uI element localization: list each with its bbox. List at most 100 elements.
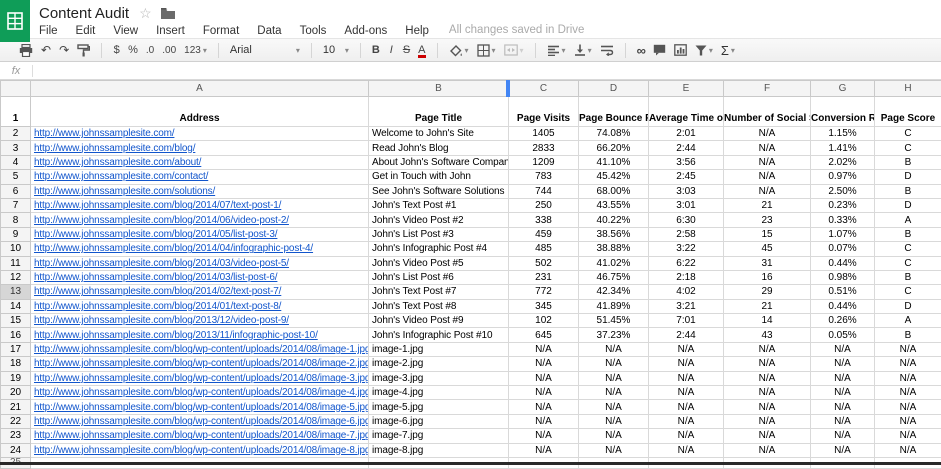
cell-address[interactable]: http://www.johnssamplesite.com/blog/2014… [31, 227, 369, 241]
cell-avg-time[interactable]: 3:01 [649, 198, 724, 212]
cell-social-shares[interactable]: 21 [724, 299, 811, 313]
redo-icon[interactable]: ↷ [55, 41, 73, 59]
column-header-b[interactable]: B [369, 81, 509, 97]
cell-bounce-rate[interactable]: 66.20% [579, 141, 649, 155]
cell-social-shares[interactable]: N/A [724, 170, 811, 184]
cell-address[interactable]: http://www.johnssamplesite.com/blog/2014… [31, 242, 369, 256]
cell-avg-time[interactable]: N/A [649, 400, 724, 414]
cell-conversion-rate[interactable]: 2.50% [811, 184, 875, 198]
cell-page-visits[interactable]: N/A [509, 429, 579, 443]
number-format-button[interactable]: 123▾ [180, 41, 211, 59]
cell-page-title[interactable]: John's Video Post #5 [369, 256, 509, 270]
cell-conversion-rate[interactable]: 1.41% [811, 141, 875, 155]
cell-page-visits[interactable]: N/A [509, 443, 579, 457]
cell-page-title[interactable]: John's Text Post #8 [369, 299, 509, 313]
cell-bounce-rate[interactable]: 68.00% [579, 184, 649, 198]
cell-page-score[interactable]: B [875, 155, 941, 169]
cell-page-visits[interactable]: 502 [509, 256, 579, 270]
cell-avg-time[interactable]: 3:56 [649, 155, 724, 169]
cell-page-visits[interactable]: N/A [509, 357, 579, 371]
column-header-c[interactable]: C [509, 81, 579, 97]
cell-page-title[interactable]: John's Text Post #1 [369, 198, 509, 212]
row-header-7[interactable]: 7 [1, 198, 31, 212]
row-header-16[interactable]: 16 [1, 328, 31, 342]
cell-conversion-rate[interactable]: N/A [811, 414, 875, 428]
cell-page-title[interactable]: image-1.jpg [369, 342, 509, 356]
url-link[interactable]: http://www.johnssamplesite.com/blog/2014… [34, 258, 289, 269]
cell-avg-time[interactable]: N/A [649, 371, 724, 385]
cell-avg-time[interactable]: 4:02 [649, 285, 724, 299]
menu-item-data[interactable]: Data [257, 25, 281, 37]
cell-page-visits[interactable]: N/A [509, 400, 579, 414]
cell-address[interactable]: http://www.johnssamplesite.com/blog/wp-c… [31, 386, 369, 400]
cell-avg-time[interactable]: 2:01 [649, 127, 724, 141]
cell-bounce-rate[interactable]: N/A [579, 429, 649, 443]
cell-address[interactable]: http://www.johnssamplesite.com/blog/2014… [31, 256, 369, 270]
cell-address[interactable]: http://www.johnssamplesite.com/contact/ [31, 170, 369, 184]
row-header-17[interactable]: 17 [1, 342, 31, 356]
menu-item-view[interactable]: View [113, 25, 138, 37]
cell-page-score[interactable]: N/A [875, 357, 941, 371]
cell-avg-time[interactable]: 3:22 [649, 242, 724, 256]
cell-page-title[interactable]: John's List Post #6 [369, 270, 509, 284]
row-header-6[interactable]: 6 [1, 184, 31, 198]
url-link[interactable]: http://www.johnssamplesite.com/blog/ [34, 143, 195, 154]
cell-avg-time[interactable]: N/A [649, 414, 724, 428]
cell-conversion-rate[interactable]: 1.15% [811, 127, 875, 141]
row-header-1[interactable]: 1 [1, 97, 31, 127]
cell-address[interactable]: http://www.johnssamplesite.com/blog/wp-c… [31, 414, 369, 428]
cell-address[interactable]: http://www.johnssamplesite.com/blog/wp-c… [31, 400, 369, 414]
url-link[interactable]: http://www.johnssamplesite.com/blog/wp-c… [34, 430, 369, 441]
url-link[interactable]: http://www.johnssamplesite.com/blog/2013… [34, 315, 289, 326]
cell-bounce-rate[interactable]: 41.02% [579, 256, 649, 270]
cell-page-title[interactable]: image-8.jpg [369, 443, 509, 457]
paint-format-icon[interactable] [73, 41, 94, 59]
cell-page-visits[interactable]: 231 [509, 270, 579, 284]
cell-conversion-rate[interactable]: N/A [811, 357, 875, 371]
url-link[interactable]: http://www.johnssamplesite.com/contact/ [34, 171, 208, 182]
url-link[interactable]: http://www.johnssamplesite.com/solutions… [34, 186, 215, 197]
row-header-23[interactable]: 23 [1, 429, 31, 443]
cell-social-shares[interactable]: N/A [724, 184, 811, 198]
row-header-2[interactable]: 2 [1, 127, 31, 141]
url-link[interactable]: http://www.johnssamplesite.com/blog/2014… [34, 215, 289, 226]
cell-page-score[interactable]: N/A [875, 429, 941, 443]
row-header-3[interactable]: 3 [1, 141, 31, 155]
document-title[interactable]: Content Audit [39, 5, 129, 22]
cell-social-shares[interactable]: 15 [724, 227, 811, 241]
cell-avg-time[interactable]: N/A [649, 386, 724, 400]
cell-avg-time[interactable]: 2:44 [649, 141, 724, 155]
cell-conversion-rate[interactable]: 0.26% [811, 314, 875, 328]
cell-bounce-rate[interactable]: N/A [579, 414, 649, 428]
row-header-5[interactable]: 5 [1, 170, 31, 184]
header-cell-conversion-rate[interactable]: Conversion Rate [811, 97, 875, 127]
cell-avg-time[interactable]: 2:18 [649, 270, 724, 284]
wrap-text-icon[interactable] [596, 41, 618, 59]
cell-social-shares[interactable]: N/A [724, 414, 811, 428]
row-header-14[interactable]: 14 [1, 299, 31, 313]
cell-conversion-rate[interactable]: N/A [811, 371, 875, 385]
url-link[interactable]: http://www.johnssamplesite.com/blog/wp-c… [34, 445, 369, 456]
cell-conversion-rate[interactable]: 0.44% [811, 256, 875, 270]
header-cell-page-visits[interactable]: Page Visits [509, 97, 579, 127]
cell-bounce-rate[interactable]: N/A [579, 443, 649, 457]
url-link[interactable]: http://www.johnssamplesite.com/blog/2014… [34, 229, 277, 240]
url-link[interactable]: http://www.johnssamplesite.com/blog/wp-c… [34, 416, 369, 427]
cell-page-score[interactable]: N/A [875, 400, 941, 414]
cell-page-title[interactable]: John's Video Post #2 [369, 213, 509, 227]
font-family-select[interactable]: Arial▾ [226, 41, 304, 59]
cell-social-shares[interactable]: 23 [724, 213, 811, 227]
cell-social-shares[interactable]: N/A [724, 155, 811, 169]
select-all-corner[interactable] [1, 81, 31, 97]
cell-page-score[interactable]: D [875, 170, 941, 184]
cell-page-score[interactable]: N/A [875, 443, 941, 457]
undo-icon[interactable]: ↶ [37, 41, 55, 59]
cell-bounce-rate[interactable]: 43.55% [579, 198, 649, 212]
cell-avg-time[interactable]: 6:30 [649, 213, 724, 227]
row-header-21[interactable]: 21 [1, 400, 31, 414]
cell-conversion-rate[interactable]: 0.97% [811, 170, 875, 184]
cell-page-title[interactable]: image-4.jpg [369, 386, 509, 400]
header-cell-page-title[interactable]: Page Title [369, 97, 509, 127]
url-link[interactable]: http://www.johnssamplesite.com/blog/2013… [34, 330, 318, 341]
cell-page-visits[interactable]: 338 [509, 213, 579, 227]
